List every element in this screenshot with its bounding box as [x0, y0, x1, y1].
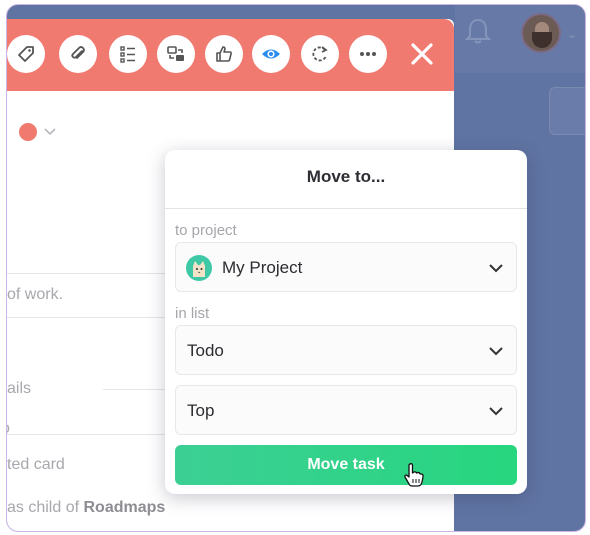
list-label: in list: [175, 305, 210, 322]
position-value: Top: [187, 401, 215, 420]
like-button[interactable]: [205, 35, 243, 73]
attach-button[interactable]: [59, 35, 97, 73]
list-select[interactable]: Todo: [175, 325, 517, 375]
list-value: Todo: [187, 341, 224, 360]
project-select[interactable]: My Project: [175, 242, 517, 292]
user-avatar[interactable]: [521, 13, 561, 53]
parent-info: as child of Roadmaps: [7, 499, 165, 517]
chevron-down-icon: [489, 347, 503, 356]
hand-cursor-icon: [404, 463, 424, 487]
parent-link[interactable]: Roadmaps: [83, 499, 165, 516]
related-card-link[interactable]: ted card: [7, 456, 65, 474]
move-dialog: Move to... to project My Project in list…: [165, 150, 527, 494]
color-label-dot[interactable]: [19, 123, 37, 141]
chevron-down-icon: [489, 407, 503, 416]
attachment-icon: [71, 46, 85, 59]
tag-icon: [18, 46, 34, 62]
watch-button[interactable]: [252, 35, 290, 73]
close-icon[interactable]: [407, 39, 437, 69]
app-window: ⌄ of work. ails ted card as child of Roa…: [6, 4, 586, 532]
checklist-button[interactable]: [109, 35, 147, 73]
collapse-sidebar-button[interactable]: [549, 87, 585, 135]
chevron-down-icon: [489, 264, 503, 273]
section-label: o: [7, 420, 10, 438]
move-task-button[interactable]: Move task: [175, 445, 517, 485]
eye-icon: [262, 49, 280, 59]
dialog-title: Move to...: [306, 167, 386, 186]
position-select[interactable]: Top: [175, 385, 517, 435]
repeat-button[interactable]: [301, 35, 339, 73]
more-button[interactable]: [349, 35, 387, 73]
parent-info-prefix: as child of: [7, 499, 84, 516]
tag-button[interactable]: [7, 35, 45, 73]
checklist-icon: [120, 46, 135, 63]
repeat-icon: [312, 46, 328, 62]
bell-icon[interactable]: [465, 17, 491, 45]
divider: [165, 208, 527, 209]
swap-icon: [167, 46, 184, 61]
thumbs-up-icon: [216, 46, 232, 62]
task-toolbar: [7, 19, 454, 91]
project-value: My Project: [222, 258, 303, 277]
details-label: ails: [7, 380, 32, 397]
chevron-down-icon[interactable]: [43, 124, 57, 138]
project-label: to project: [175, 222, 237, 239]
description-text: of work.: [7, 286, 64, 303]
more-icon: [360, 52, 376, 56]
project-avatar: [186, 255, 212, 281]
chevron-down-icon[interactable]: ⌄: [567, 27, 577, 41]
swap-button[interactable]: [157, 35, 195, 73]
